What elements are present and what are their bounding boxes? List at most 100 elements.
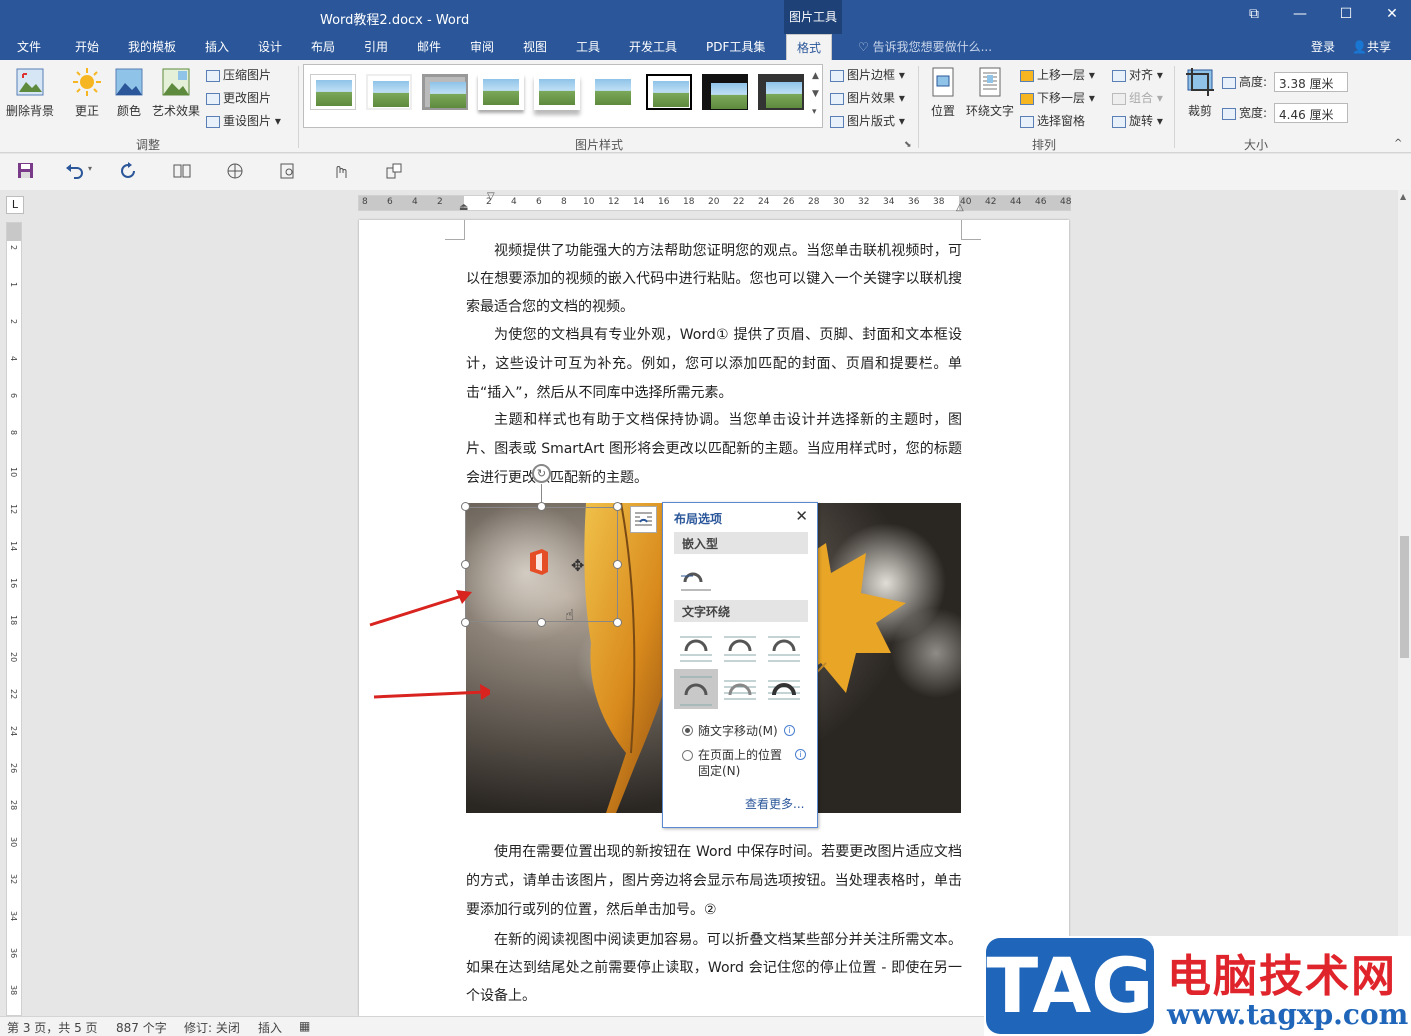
resize-handle[interactable] (537, 502, 546, 511)
rotate-button[interactable]: 旋转 ▾ (1112, 112, 1163, 129)
square-wrap-icon[interactable] (674, 625, 718, 665)
selection-pane-button[interactable]: 选择窗格 (1020, 112, 1085, 129)
tab-review[interactable]: 审阅 (470, 38, 494, 55)
tab-templates[interactable]: 我的模板 (128, 38, 176, 55)
see-more-link[interactable]: 查看更多... (745, 795, 804, 812)
redo-icon[interactable] (118, 162, 138, 180)
crop-button[interactable]: 裁剪 (1180, 66, 1220, 119)
save-icon[interactable] (16, 162, 36, 180)
tab-home[interactable]: 开始 (75, 38, 99, 55)
layout-options-button[interactable] (630, 506, 657, 533)
scroll-up-icon[interactable]: ▲ (1400, 192, 1406, 201)
artistic-effects-button[interactable]: 艺术效果 (150, 66, 202, 119)
touch-mode-icon[interactable] (331, 162, 351, 180)
word-count[interactable]: 887 个字 (116, 1019, 167, 1036)
resize-handle[interactable] (613, 502, 622, 511)
first-line-indent-icon[interactable]: ▽ (487, 191, 495, 202)
in-front-of-text-icon[interactable] (762, 669, 806, 709)
style-thumb[interactable] (478, 74, 524, 110)
height-input[interactable]: 3.38 厘米 (1274, 72, 1348, 92)
width-input[interactable]: 4.46 厘米 (1274, 103, 1348, 123)
behind-text-icon[interactable] (718, 669, 762, 709)
vertical-scrollbar[interactable]: ▲ (1398, 190, 1411, 1016)
position-button[interactable]: 位置 (926, 66, 960, 119)
close-icon[interactable]: ✕ (1372, 6, 1411, 28)
undo-icon[interactable] (64, 162, 84, 180)
popup-close-icon[interactable]: ✕ (795, 507, 808, 525)
gallery-scroll-icon[interactable]: ▲ ▼ ▾ (812, 67, 819, 121)
print-preview-icon[interactable] (278, 162, 298, 180)
share-button[interactable]: 👤共享 (1352, 38, 1391, 55)
tab-insert[interactable]: 插入 (205, 38, 229, 55)
tab-mailings[interactable]: 邮件 (417, 38, 441, 55)
change-picture-button[interactable]: 更改图片 (206, 89, 271, 106)
paragraph[interactable]: 视频提供了功能强大的方法帮助您证明您的观点。当您单击联机视频时，可以在想要添加的… (466, 237, 962, 321)
corrections-button[interactable]: 更正 (68, 66, 106, 119)
info-icon[interactable]: i (784, 725, 795, 736)
insert-mode[interactable]: 插入 (258, 1019, 282, 1036)
resize-handle[interactable] (461, 502, 470, 511)
style-thumb[interactable] (590, 74, 636, 110)
info-icon[interactable]: i (795, 749, 806, 760)
more-icon[interactable] (384, 162, 404, 180)
style-thumb[interactable] (646, 74, 692, 110)
wrap-text-button[interactable]: 环绕文字 (964, 66, 1016, 119)
tab-pdf-tools[interactable]: PDF工具集 (706, 38, 765, 55)
collapse-ribbon-icon[interactable]: ^ (1394, 138, 1402, 149)
top-bottom-wrap-icon[interactable] (674, 669, 718, 709)
style-thumb[interactable] (310, 74, 356, 110)
style-thumb[interactable] (758, 74, 804, 110)
sign-in-link[interactable]: 登录 (1311, 38, 1335, 55)
bring-forward-button[interactable]: 上移一层 ▾ (1020, 66, 1095, 83)
undo-dropdown-icon[interactable]: ▾ (88, 164, 92, 173)
remove-background-button[interactable]: 删除背景 (4, 66, 56, 119)
inline-with-text-icon[interactable] (674, 558, 718, 598)
read-mode-icon[interactable] (172, 162, 192, 180)
compress-pictures-button[interactable]: 压缩图片 (206, 66, 271, 83)
page-count[interactable]: 第 3 页，共 5 页 (7, 1019, 98, 1036)
tab-file[interactable]: 文件 (17, 38, 41, 55)
through-wrap-icon[interactable] (762, 625, 806, 665)
ribbon-display-options-icon[interactable]: ⧉ (1234, 6, 1274, 28)
tab-references[interactable]: 引用 (364, 38, 388, 55)
resize-handle[interactable] (461, 560, 470, 569)
tell-me-search[interactable]: ♡ 告诉我您想要做什么... (858, 38, 992, 55)
paragraph[interactable]: 使用在需要位置出现的新按钮在 Word 中保存时间。若要更改图片适应文档的方式，… (466, 838, 962, 925)
rotate-handle-icon[interactable]: ↻ (532, 464, 551, 483)
align-button[interactable]: 对齐 ▾ (1112, 66, 1163, 83)
tab-developer[interactable]: 开发工具 (629, 38, 677, 55)
reset-picture-button[interactable]: 重设图片 ▾ (206, 112, 281, 129)
vertical-ruler[interactable]: 2 1 2 4 6 8 10 12 14 16 18 20 22 24 26 28 30 32 34 36 38 (6, 222, 22, 1016)
web-layout-icon[interactable] (225, 162, 245, 180)
style-thumb[interactable] (534, 74, 580, 110)
picture-layout-button[interactable]: 图片版式 ▾ (830, 112, 905, 129)
tab-format[interactable]: 格式 (786, 34, 833, 60)
style-thumb[interactable] (422, 74, 468, 110)
horizontal-ruler[interactable]: 8 6 4 2 2 4 6 8 10 12 14 16 18 20 22 24 26 28 30 32 34 36 38 40… (358, 191, 1071, 213)
picture-effects-button[interactable]: 图片效果 ▾ (830, 89, 905, 106)
maximize-icon[interactable]: ☐ (1326, 6, 1366, 28)
fix-position-radio[interactable] (682, 750, 693, 761)
resize-handle[interactable] (613, 560, 622, 569)
paragraph[interactable]: 在新的阅读视图中阅读更加容易。可以折叠文档某些部分并关注所需文本。如果在达到结尾… (466, 926, 962, 1010)
minimize-icon[interactable]: — (1280, 6, 1320, 28)
resize-handle[interactable] (613, 618, 622, 627)
tab-view[interactable]: 视图 (523, 38, 547, 55)
tab-selector[interactable]: L (6, 196, 24, 214)
dialog-launcher-icon[interactable]: ⬊ (904, 140, 912, 150)
tab-tools[interactable]: 工具 (576, 38, 600, 55)
style-thumb[interactable] (366, 74, 412, 110)
picture-border-button[interactable]: 图片边框 ▾ (830, 66, 905, 83)
color-button[interactable]: 颜色 (110, 66, 148, 119)
tab-layout[interactable]: 布局 (311, 38, 335, 55)
resize-handle[interactable] (537, 618, 546, 627)
macro-icon[interactable]: ▦ (299, 1019, 310, 1033)
move-with-text-radio[interactable] (682, 725, 693, 736)
paragraph[interactable]: 为使您的文档具有专业外观，Word① 提供了页眉、页脚、封面和文本框设计，这些设… (466, 321, 962, 408)
indent-marker-icon[interactable]: ⏏ (459, 202, 468, 213)
send-backward-button[interactable]: 下移一层 ▾ (1020, 89, 1095, 106)
style-thumb[interactable] (702, 74, 748, 110)
tight-wrap-icon[interactable] (718, 625, 762, 665)
scrollbar-thumb[interactable] (1400, 536, 1409, 658)
tab-design[interactable]: 设计 (258, 38, 282, 55)
